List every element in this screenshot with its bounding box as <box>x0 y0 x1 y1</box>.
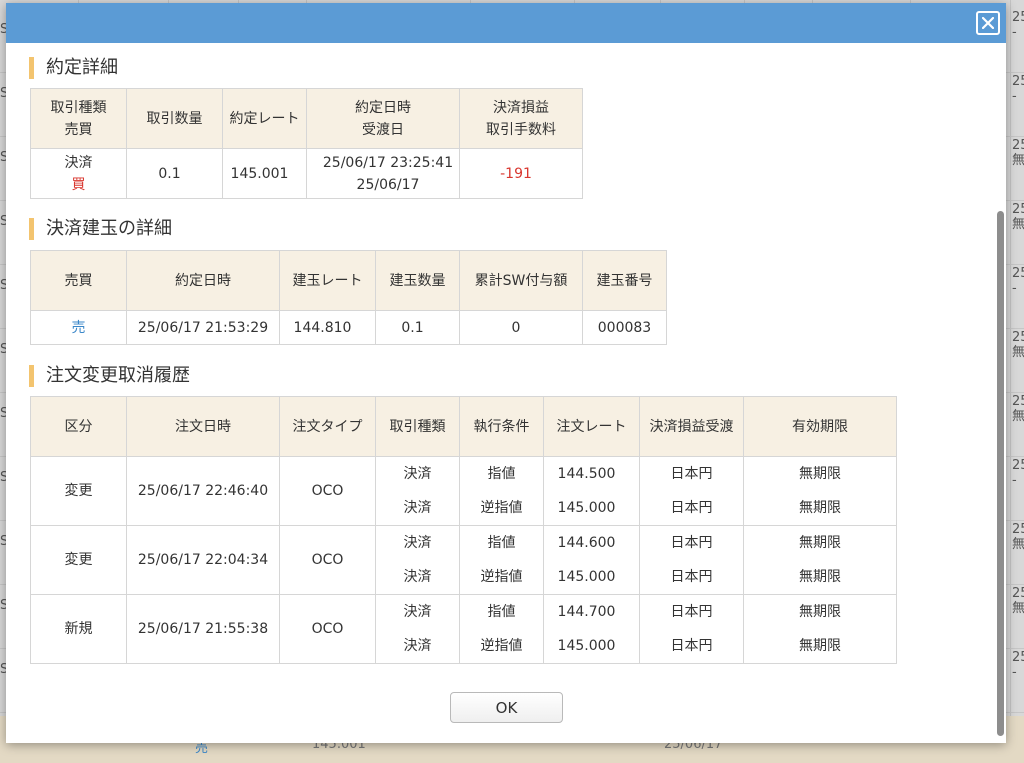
history-row: 新規 25/06/17 21:55:38 OCO 決済 決済 指値 逆指値 144.700 14… <box>30 594 897 664</box>
th-trade-type: 取引種類 <box>375 396 460 457</box>
th-side: 売買 <box>30 250 127 311</box>
cell-quantity: 0.1 <box>126 148 223 199</box>
position-detail-table: 売買 約定日時 建玉レート 建玉数量 累計SW付与額 建玉番号 売 25/06/… <box>30 250 667 345</box>
cell-datetime: 25/06/17 21:53:29 <box>126 310 280 345</box>
background-right-cell: 25無 <box>1012 586 1024 616</box>
th-pnl-fee: 決済損益 取引手数料 <box>459 88 583 149</box>
cell-order-datetime: 25/06/17 22:04:34 <box>126 525 280 595</box>
cell-pnl-fee: -191 <box>459 148 583 199</box>
history-row: 変更 25/06/17 22:46:40 OCO 決済 決済 指値 逆指値 144.500 14… <box>30 456 897 526</box>
cell-kind: 変更 <box>30 456 127 526</box>
cell-order-datetime: 25/06/17 22:46:40 <box>126 456 280 526</box>
section-title-position-detail: 決済建玉の詳細 <box>29 218 172 240</box>
order-history-table: 区分 注文日時 注文タイプ 取引種類 執行条件 注文レート 決済損益受渡 有効期… <box>30 396 897 664</box>
background-right-cell: 25- <box>1012 74 1024 104</box>
execution-detail-table: 取引種類 売買 取引数量 約定レート 約定日時 受渡日 決済損益 取引手数料 決済 買… <box>30 88 583 199</box>
th-exec-datetime: 約定日時 受渡日 <box>306 88 460 149</box>
cell-expiry: 無期限 無期限 <box>743 594 897 664</box>
background-right-cell: 25無 <box>1012 330 1024 360</box>
ok-button[interactable]: OK <box>450 692 563 723</box>
background-right-cell: 25無 <box>1012 522 1024 552</box>
close-button[interactable] <box>976 11 1000 35</box>
th-exec-condition: 執行条件 <box>459 396 544 457</box>
cell-side-sell: 売 <box>30 310 127 345</box>
th-kind: 区分 <box>30 396 127 457</box>
cell-kind: 新規 <box>30 594 127 664</box>
dialog-scrollbar[interactable] <box>997 211 1004 736</box>
cell-order-type: OCO <box>279 456 376 526</box>
cell-exec-condition: 指値 逆指値 <box>459 594 544 664</box>
cell-position-rate: 144.810 <box>279 310 376 345</box>
cell-kind: 変更 <box>30 525 127 595</box>
cell-trade-type: 決済 決済 <box>375 525 460 595</box>
th-datetime: 約定日時 <box>126 250 280 311</box>
background-right-cell: 25- <box>1012 458 1024 488</box>
cell-expiry: 無期限 無期限 <box>743 456 897 526</box>
th-quantity: 取引数量 <box>126 88 223 149</box>
cell-trade-type-side: 決済 買 <box>30 148 127 199</box>
cell-position-no: 000083 <box>582 310 667 345</box>
cell-exec-condition: 指値 逆指値 <box>459 456 544 526</box>
dialog-header <box>6 3 1006 43</box>
cell-exec-condition: 指値 逆指値 <box>459 525 544 595</box>
cell-trade-type: 決済 決済 <box>375 594 460 664</box>
cell-order-rate: 144.600 145.000 <box>543 525 640 595</box>
history-row: 変更 25/06/17 22:04:34 OCO 決済 決済 指値 逆指値 144.600 14… <box>30 525 897 595</box>
trade-detail-dialog: 約定詳細 取引種類 売買 取引数量 約定レート 約定日時 受渡日 決済損益 取引手数料… <box>6 3 1006 743</box>
background-right-cell: 25- <box>1012 266 1024 296</box>
th-order-datetime: 注文日時 <box>126 396 280 457</box>
cell-settlement: 日本円 日本円 <box>639 525 744 595</box>
th-position-rate: 建玉レート <box>279 250 376 311</box>
background-right-cell: 25無 <box>1012 138 1024 168</box>
close-icon <box>982 17 994 29</box>
th-exec-rate: 約定レート <box>222 88 307 149</box>
th-trade-type-side: 取引種類 売買 <box>30 88 127 149</box>
background-right-cell: 25- <box>1012 10 1024 40</box>
th-position-qty: 建玉数量 <box>375 250 460 311</box>
cell-order-rate: 144.500 145.000 <box>543 456 640 526</box>
cell-swap: 0 <box>459 310 583 345</box>
th-settlement: 決済損益受渡 <box>639 396 744 457</box>
cell-settlement: 日本円 日本円 <box>639 456 744 526</box>
cell-order-datetime: 25/06/17 21:55:38 <box>126 594 280 664</box>
side-buy: 買 <box>71 176 86 193</box>
cell-settlement: 日本円 日本円 <box>639 594 744 664</box>
th-order-rate: 注文レート <box>543 396 640 457</box>
th-position-no: 建玉番号 <box>582 250 667 311</box>
background-right-cell: 25無 <box>1012 394 1024 424</box>
cell-order-type: OCO <box>279 594 376 664</box>
cell-position-qty: 0.1 <box>375 310 460 345</box>
cell-expiry: 無期限 無期限 <box>743 525 897 595</box>
background-right-cell: 25- <box>1012 650 1024 680</box>
cell-exec-rate: 145.001 <box>222 148 307 199</box>
cell-exec-datetime: 25/06/17 23:25:41 25/06/17 <box>306 148 460 199</box>
cell-order-rate: 144.700 145.000 <box>543 594 640 664</box>
background-right-cell: 25無 <box>1012 202 1024 232</box>
th-expiry: 有効期限 <box>743 396 897 457</box>
th-order-type: 注文タイプ <box>279 396 376 457</box>
section-title-execution-detail: 約定詳細 <box>29 57 118 79</box>
cell-trade-type: 決済 決済 <box>375 456 460 526</box>
th-swap: 累計SW付与額 <box>459 250 583 311</box>
section-title-order-history: 注文変更取消履歴 <box>29 365 190 387</box>
cell-order-type: OCO <box>279 525 376 595</box>
